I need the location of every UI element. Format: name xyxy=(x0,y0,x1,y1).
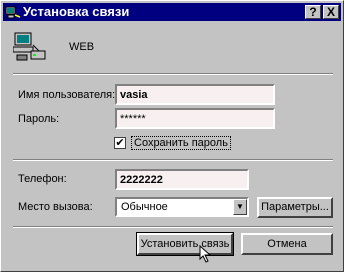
phone-label: Телефон: xyxy=(18,173,67,185)
separator xyxy=(13,73,333,75)
chevron-down-icon[interactable]: ▼ xyxy=(233,199,247,215)
connection-name: WEB xyxy=(69,41,95,53)
save-password-checkbox[interactable]: ✔ xyxy=(114,137,126,149)
window-title: Установка связи xyxy=(23,4,130,19)
connect-button[interactable]: Установить связь xyxy=(136,232,234,256)
computer-modem-icon xyxy=(13,32,46,61)
password-label: Пароль: xyxy=(18,113,60,125)
close-button[interactable]: X xyxy=(323,5,339,19)
username-field[interactable]: vasia xyxy=(115,84,275,105)
dialup-connection-dialog: Установка связи ? X WEB Имя пользователя… xyxy=(0,0,344,272)
title-bar[interactable]: Установка связи ? X xyxy=(3,3,341,21)
close-icon: X xyxy=(326,5,335,19)
separator xyxy=(13,226,333,228)
help-button[interactable]: ? xyxy=(305,5,321,19)
help-icon: ? xyxy=(309,5,317,19)
mouse-pointer-icon xyxy=(199,245,212,263)
location-label: Место вызова: xyxy=(18,201,93,213)
dialup-networking-icon xyxy=(5,6,21,19)
username-label: Имя пользователя: xyxy=(18,89,116,101)
cancel-button[interactable]: Отмена xyxy=(241,233,333,255)
save-password-label[interactable]: Сохранить пароль xyxy=(131,136,231,150)
checkmark-icon: ✔ xyxy=(115,137,125,149)
location-select[interactable]: Обычное ▼ xyxy=(115,197,249,217)
separator xyxy=(13,159,333,161)
location-value: Обычное xyxy=(121,201,168,213)
phone-field[interactable]: 2222222 xyxy=(115,169,249,190)
properties-button[interactable]: Параметры... xyxy=(257,197,333,218)
password-field[interactable]: ****** xyxy=(115,108,275,129)
